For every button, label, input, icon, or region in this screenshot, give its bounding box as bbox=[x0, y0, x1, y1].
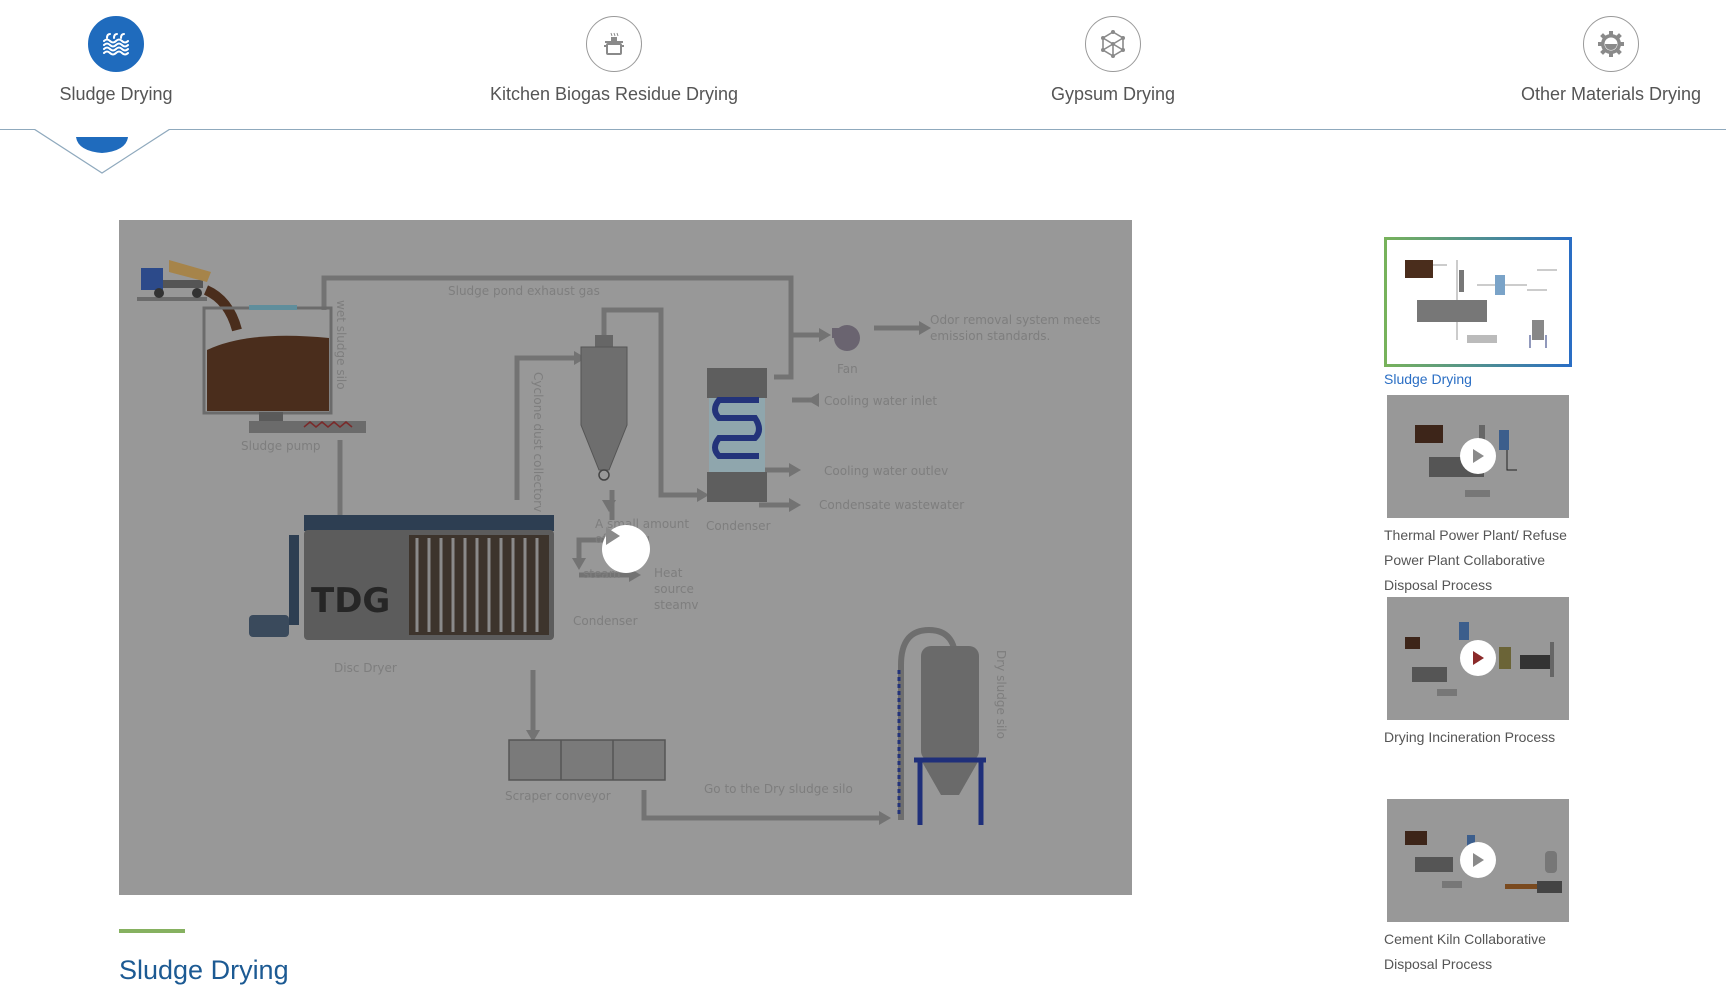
caption-line: Thermal Power Plant/ Refuse bbox=[1384, 527, 1567, 543]
tdg-logo: TDG bbox=[311, 581, 390, 621]
playlist-caption: Thermal Power Plant/ Refuse Power Plant … bbox=[1384, 523, 1574, 598]
playlist-item-sludge-drying[interactable]: Sludge Drying bbox=[1384, 237, 1574, 387]
label-odor-removal-2: emission standards. bbox=[930, 329, 1050, 343]
label-heat-source: source bbox=[654, 582, 694, 596]
label-disc-dryer: Disc Dryer bbox=[334, 661, 397, 675]
label-sludge-pump: Sludge pump bbox=[241, 439, 321, 453]
label-dry-sludge-silo: Dry sludge silo bbox=[994, 650, 1008, 739]
playlist-thumbnail[interactable] bbox=[1387, 597, 1569, 720]
play-button[interactable] bbox=[1460, 640, 1496, 676]
active-tab-pointer bbox=[34, 129, 170, 174]
play-button[interactable] bbox=[1460, 842, 1496, 878]
play-button[interactable] bbox=[602, 525, 650, 573]
playlist-thumbnail[interactable] bbox=[1387, 395, 1569, 518]
tab-gypsum-drying[interactable]: Gypsum Drying bbox=[1049, 16, 1177, 105]
playlist-thumbnail[interactable] bbox=[1387, 799, 1569, 922]
label-fan: Fan bbox=[837, 362, 858, 376]
label-condenser-side: Condenser bbox=[573, 614, 638, 628]
tab-label: Other Materials Drying bbox=[1520, 84, 1702, 104]
playlist-caption: Drying Incineration Process bbox=[1384, 729, 1556, 745]
play-icon bbox=[1473, 651, 1484, 665]
play-button[interactable] bbox=[1460, 438, 1496, 474]
tabbar-divider bbox=[0, 129, 1726, 130]
video-player[interactable]: TDG Sludge pond exhaust gas wet sludge s… bbox=[119, 220, 1132, 895]
title-accent-bar bbox=[119, 929, 185, 933]
tab-kitchen-biogas-residue-drying[interactable]: Kitchen Biogas Residue Drying bbox=[490, 16, 738, 105]
caption-line: Power Plant Collaborative bbox=[1384, 552, 1546, 568]
tab-label: Gypsum Drying bbox=[1050, 84, 1176, 104]
playlist-thumbnail[interactable] bbox=[1384, 237, 1572, 367]
play-icon bbox=[1473, 449, 1484, 463]
video-title: Sludge Drying bbox=[119, 955, 289, 985]
playlist-item-thermal-power-plant[interactable]: Thermal Power Plant/ Refuse Power Plant … bbox=[1384, 395, 1574, 598]
caption-line: Disposal Process bbox=[1384, 577, 1493, 593]
label-cooling-outlet: Cooling water outlev bbox=[824, 464, 948, 478]
label-cooling-inlet: Cooling water inlet bbox=[824, 394, 937, 408]
category-tab-bar: Sludge Drying Kitchen Biogas Residue Dry… bbox=[0, 0, 1726, 174]
label-odor-removal: Odor removal system meets bbox=[930, 313, 1100, 327]
label-condenser-top: Condenser bbox=[706, 519, 771, 533]
label-heat: Heat bbox=[654, 566, 683, 580]
play-icon bbox=[1473, 853, 1484, 867]
playlist-item-drying-incineration[interactable]: Drying Incineration Process bbox=[1384, 597, 1574, 750]
label-exhaust-gas: Sludge pond exhaust gas bbox=[448, 284, 600, 298]
playlist-item-cement-kiln[interactable]: Cement Kiln Collaborative Disposal Proce… bbox=[1384, 799, 1574, 977]
label-condensate: Condensate wastewater bbox=[819, 498, 964, 512]
label-scraper-conveyor: Scraper conveyor bbox=[505, 789, 611, 803]
playlist-caption: Sludge Drying bbox=[1384, 371, 1472, 387]
tab-label: Kitchen Biogas Residue Drying bbox=[489, 84, 739, 104]
water-waves-icon bbox=[88, 16, 144, 72]
label-wet-sludge-silo: wet sludge silo bbox=[334, 300, 348, 390]
label-cyclone: Cyclone dust collectorv bbox=[531, 372, 545, 512]
caption-line: Cement Kiln Collaborative bbox=[1384, 931, 1546, 947]
label-heat-steam: steamv bbox=[654, 598, 698, 612]
tab-sludge-drying[interactable]: Sludge Drying bbox=[59, 16, 173, 105]
label-go-to-silo: Go to the Dry sludge silo bbox=[704, 782, 853, 796]
tab-label: Sludge Drying bbox=[59, 84, 173, 104]
play-icon bbox=[606, 527, 620, 545]
steaming-pot-icon bbox=[586, 16, 642, 72]
tab-other-materials-drying[interactable]: Other Materials Drying bbox=[1520, 16, 1702, 105]
playlist-caption: Cement Kiln Collaborative Disposal Proce… bbox=[1384, 927, 1574, 977]
caption-line: Disposal Process bbox=[1384, 956, 1493, 972]
crystal-cube-icon bbox=[1085, 16, 1141, 72]
gear-bowl-icon bbox=[1583, 16, 1639, 72]
